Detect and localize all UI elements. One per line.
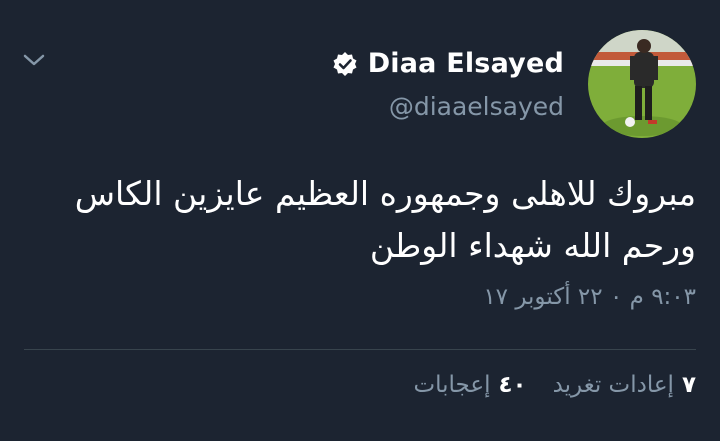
retweet-count: ٧ (681, 372, 696, 398)
tweet-stats: ٧ إعادات تغريد ٤٠ إعجابات (413, 372, 696, 398)
likes-stat[interactable]: ٤٠ إعجابات (413, 372, 526, 398)
retweets-stat[interactable]: ٧ إعادات تغريد (553, 372, 696, 398)
user-handle: @diaaelsayed (388, 92, 564, 121)
divider (24, 349, 696, 350)
author-name-row[interactable]: Diaa Elsayed (332, 48, 564, 79)
display-name: Diaa Elsayed (367, 48, 564, 79)
tweet-text: مبروك للاهلى وجمهوره العظيم عايزين الكاس… (53, 174, 696, 265)
like-label: إعجابات (413, 372, 491, 398)
tweet-timestamp: ٩:٠٣ م ٠ ٢٢ أكتوبر ١٧ (483, 284, 696, 310)
retweet-label: إعادات تغريد (552, 372, 674, 398)
avatar[interactable] (588, 30, 696, 138)
like-count: ٤٠ (498, 372, 527, 398)
verified-badge-icon (333, 51, 357, 76)
chevron-down-icon[interactable] (22, 50, 46, 70)
